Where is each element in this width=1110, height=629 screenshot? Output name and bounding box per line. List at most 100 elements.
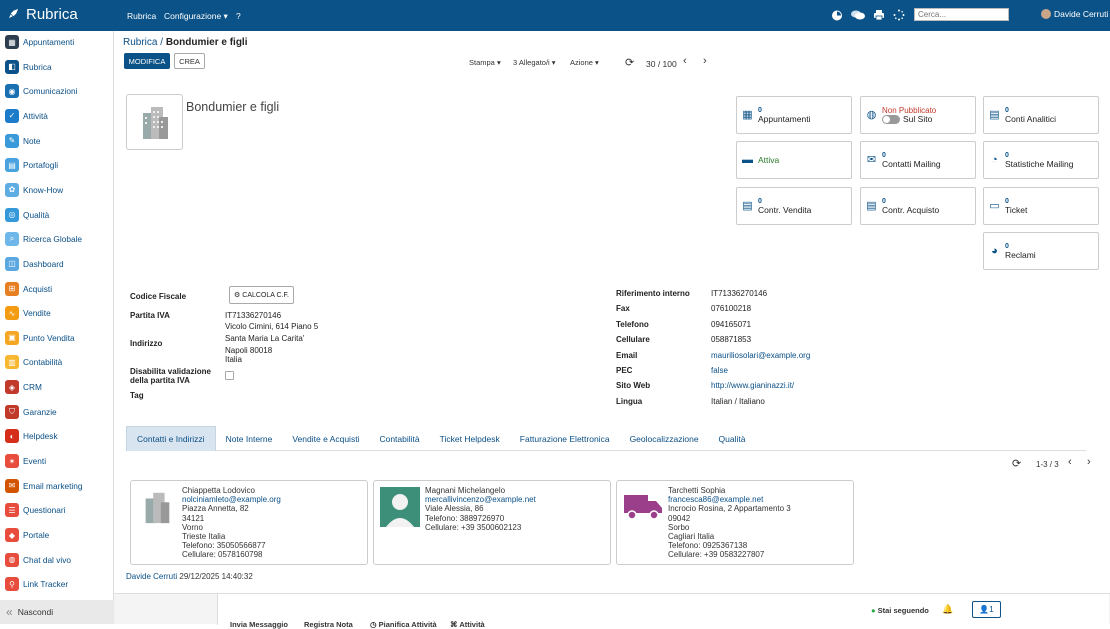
smart-button-appuntamenti[interactable]: ▦ 0 Appuntamenti (736, 96, 852, 134)
sidebar-item-portafogli[interactable]: ▤ Portafogli (5, 157, 58, 173)
refresh-icon[interactable]: ⟳ (625, 56, 634, 69)
log-note-button[interactable]: Registra Nota (304, 620, 353, 629)
activities-button[interactable]: ⌘ Attività (450, 620, 485, 629)
smart-button-text: 0 Statistiche Mailing (1005, 151, 1074, 169)
brain-icon: ✿ (5, 182, 19, 197)
sidebar-item-label: Punto Vendita (23, 332, 75, 343)
tab-ticket-helpdesk[interactable]: Ticket Helpdesk (430, 426, 510, 451)
app-brand[interactable]: Rubrica (8, 6, 78, 23)
send-message-button[interactable]: Invia Messaggio (230, 620, 288, 629)
sidebar-item-link-tracker[interactable]: ⚲ Link Tracker (5, 576, 68, 592)
sidebar-item-qualit-[interactable]: ◎ Qualità (5, 207, 49, 223)
smart-button-contatti-mailing[interactable]: ✉ 0 Contatti Mailing (860, 141, 976, 179)
tab-vendite-e-acquisti[interactable]: Vendite e Acquisti (282, 426, 369, 451)
chevron-right-icon[interactable]: › (703, 55, 707, 67)
smart-button-conti-analitici[interactable]: ▤ 0 Conti Analitici (983, 96, 1099, 134)
sidebar-item-chat-dal-vivo[interactable]: ◍ Chat dal vivo (5, 552, 71, 568)
contact-card[interactable]: Chiappetta Lodovico nolciniamleto@example… (130, 480, 368, 565)
followers-button[interactable]: 👤 1 (972, 601, 1001, 618)
sidebar-item-ricerca-globale[interactable]: ⌕ Ricerca Globale (5, 231, 82, 247)
sidebar-item-punto-vendita[interactable]: ▣ Punto Vendita (5, 330, 75, 346)
smart-button-attiva[interactable]: ▬ Attiva (736, 141, 852, 179)
sidebar-item-email-marketing[interactable]: ✉ Email marketing (5, 478, 82, 494)
user-menu[interactable]: Davide Cerruti (1041, 9, 1108, 19)
sidebar-item-portale[interactable]: ◆ Portale (5, 527, 49, 543)
action-dropdown[interactable]: Azione ▾ (570, 58, 599, 67)
contact-email[interactable]: francesca86@example.net (668, 495, 791, 504)
bell-icon[interactable]: 🔔 (942, 604, 953, 615)
address-line2: Santa Maria La Carita' (225, 334, 305, 343)
tag-label: Tag (130, 391, 144, 400)
edit-button[interactable]: MODIFICA (124, 53, 170, 69)
nav-configurazione[interactable]: Configurazione ▾ (164, 11, 228, 22)
chevron-left-icon[interactable]: ‹ (1068, 456, 1072, 468)
toggle-switch[interactable] (882, 115, 900, 124)
chevron-right-icon[interactable]: › (1087, 456, 1091, 468)
contact-email[interactable]: nolciniamleto@example.org (182, 495, 281, 504)
pos-icon: ▣ (5, 330, 19, 345)
sidebar-item-label: Eventi (23, 456, 47, 467)
tab-geolocalizzazione[interactable]: Geolocalizzazione (620, 426, 709, 451)
contact-email[interactable]: mercallivincenzo@example.net (425, 495, 536, 504)
sidebar-item-know-how[interactable]: ✿ Know-How (5, 182, 63, 198)
codice-fiscale-label: Codice Fiscale (130, 292, 187, 301)
nav-help[interactable]: ? (236, 11, 241, 21)
create-button[interactable]: CREA (174, 53, 205, 69)
following-status[interactable]: ● Stai seguendo (871, 606, 929, 615)
toggle-knob (883, 116, 890, 123)
sidebar-item-dashboard[interactable]: ◫ Dashboard (5, 256, 64, 272)
chevron-left-icon[interactable]: ‹ (683, 55, 687, 67)
piva-value[interactable]: IT71336270146 (225, 311, 281, 320)
sidebar-item-rubrica[interactable]: ◧ Rubrica (5, 59, 52, 75)
schedule-activity-button[interactable]: ◷ Pianifica Attività (370, 620, 437, 629)
sidebar-item-vendite[interactable]: ∿ Vendite (5, 305, 51, 321)
sidebar-item-appuntamenti[interactable]: ▦ Appuntamenti (5, 34, 74, 50)
contacts-pager[interactable]: 1-3 / 3 (1036, 460, 1059, 469)
sidebar-item-contabilit-[interactable]: ▥ Contabilità (5, 354, 62, 370)
sidebar-item-attivit-[interactable]: ✓ Attività (5, 108, 48, 124)
timer-icon[interactable] (831, 9, 843, 24)
smart-button-contr-vendita[interactable]: ▤ 0 Contr. Vendita (736, 187, 852, 225)
smart-button-sul-sito[interactable]: ◍ Non Pubblicato Sul Sito (860, 96, 976, 134)
smart-button-ticket[interactable]: ▭ 0 Ticket (983, 187, 1099, 225)
footer-user[interactable]: Davide Cerruti (126, 572, 177, 581)
sidebar-item-label: Helpdesk (23, 431, 58, 442)
field-value-email[interactable]: mauriliosolari@example.org (711, 351, 810, 360)
hide-sidebar-button[interactable]: « Nascondi (0, 600, 114, 624)
gear-icon: ⚙ (234, 292, 241, 299)
partner-image[interactable] (126, 94, 183, 150)
refresh-icon[interactable]: ⟳ (1012, 457, 1021, 470)
smart-button-contr-acquisto[interactable]: ▤ 0 Contr. Acquisto (860, 187, 976, 225)
nav-rubrica[interactable]: Rubrica (127, 11, 156, 21)
print-icon[interactable] (873, 9, 885, 24)
field-value-sito-web[interactable]: http://www.gianinazzi.it/ (711, 381, 794, 390)
tab-note-interne[interactable]: Note Interne (216, 426, 283, 451)
disabilita-validazione-checkbox[interactable] (225, 371, 234, 380)
chat-icon[interactable] (851, 9, 865, 24)
tab-fatturazione-elettronica[interactable]: Fatturazione Elettronica (510, 426, 620, 451)
tab-contabilit-[interactable]: Contabilità (369, 426, 429, 451)
sidebar-item-helpdesk[interactable]: ◐ Helpdesk (5, 428, 58, 444)
attachments-dropdown[interactable]: 3 Allegato/i ▾ (513, 58, 556, 67)
sidebar-item-crm[interactable]: ◈ CRM (5, 379, 42, 395)
field-value-pec[interactable]: false (711, 366, 728, 375)
sidebar-item-questionari[interactable]: ☰ Questionari (5, 502, 65, 518)
sidebar-item-acquisti[interactable]: ⊞ Acquisti (5, 281, 52, 297)
contact-card[interactable]: Magnani Michelangelo mercallivincenzo@exa… (373, 480, 611, 565)
sidebar-item-note[interactable]: ✎ Note (5, 133, 41, 149)
person-icon (380, 487, 420, 527)
building-icon (142, 107, 168, 139)
breadcrumb-parent[interactable]: Rubrica (123, 37, 157, 48)
pager-value[interactable]: 30 / 100 (646, 59, 677, 69)
sidebar-item-eventi[interactable]: ✶ Eventi (5, 453, 46, 469)
calcola-cf-button[interactable]: ⚙ CALCOLA C.F. (229, 286, 294, 304)
tab-qualit-[interactable]: Qualità (709, 426, 756, 451)
sidebar-item-comunicazioni[interactable]: ◉ Comunicazioni (5, 83, 77, 99)
print-dropdown[interactable]: Stampa ▾ (469, 58, 501, 67)
smart-button-statistiche-mailing[interactable]: ◔ 0 Statistiche Mailing (983, 141, 1099, 179)
smart-button-reclami[interactable]: ◕ 0 Reclami (983, 232, 1099, 270)
sidebar-item-garanzie[interactable]: ⛉ Garanzie (5, 404, 57, 420)
search-input[interactable] (914, 8, 1009, 21)
tab-contatti-e-indirizzi[interactable]: Contatti e Indirizzi (126, 426, 216, 451)
contact-card[interactable]: Tarchetti Sophia francesca86@example.net I… (616, 480, 854, 565)
